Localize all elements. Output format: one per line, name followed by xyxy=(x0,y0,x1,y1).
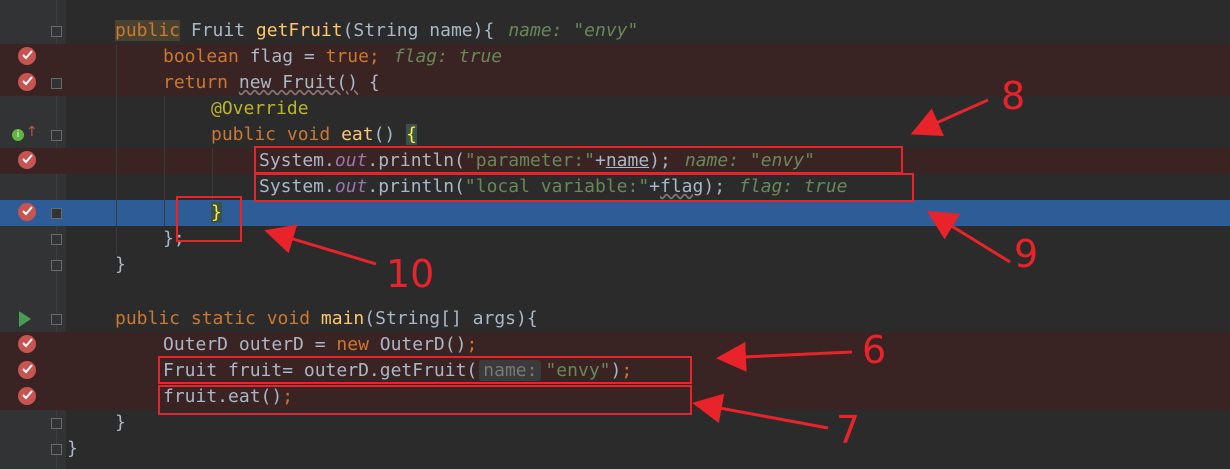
annotation-number-8: 8 xyxy=(1001,74,1026,118)
annotation-number-6: 6 xyxy=(862,328,887,372)
arrow-9 xyxy=(926,210,1011,264)
annotation-number-7: 7 xyxy=(836,408,861,452)
arrow-7 xyxy=(692,393,829,430)
annotation-number-10: 10 xyxy=(386,252,435,296)
annotation-number-9: 9 xyxy=(1014,232,1039,276)
annotation-arrows xyxy=(264,98,1011,430)
arrow-8 xyxy=(910,98,989,136)
arrow-10 xyxy=(264,224,377,266)
arrow-6 xyxy=(716,341,853,372)
